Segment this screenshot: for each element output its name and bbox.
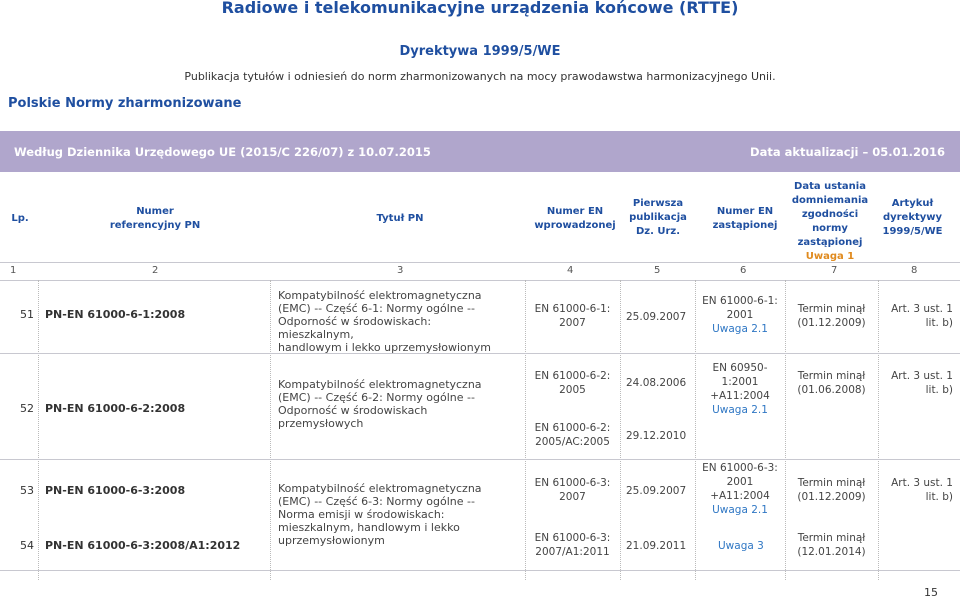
publication-date: 29.12.2010 bbox=[626, 430, 687, 442]
row-lp: 53 bbox=[20, 484, 34, 497]
col-number-1: 1 bbox=[10, 265, 17, 276]
en-number: EN 61000-6-1: 2007 bbox=[534, 303, 611, 329]
col-number-divider bbox=[0, 280, 960, 281]
cessation-date: Termin minął (01.12.2009) bbox=[797, 477, 866, 503]
publication-date: 24.08.2006 bbox=[626, 377, 687, 389]
col-number-8: 8 bbox=[911, 265, 918, 276]
standard-title: Kompatybilność elektromagnetyczna (EMC) -… bbox=[278, 378, 482, 430]
col-header-pn-number: Numer referencyjny PN bbox=[109, 206, 201, 231]
directive-title: Dyrektywa 1999/5/WE bbox=[399, 44, 561, 59]
article-ref: Art. 3 ust. 1 lit. b) bbox=[891, 477, 953, 503]
note-link[interactable]: Uwaga 2.1 bbox=[695, 322, 785, 336]
note-link[interactable]: Uwaga 2.1 bbox=[695, 503, 785, 517]
page-number: 15 bbox=[924, 586, 938, 599]
publication-date: 21.09.2011 bbox=[626, 540, 687, 552]
journal-reference: Według Dziennika Urzędowego UE (2015/C 2… bbox=[14, 145, 431, 159]
row-divider bbox=[0, 353, 960, 354]
col-number-3: 3 bbox=[397, 265, 404, 276]
replaced-en: EN 60950-1:2001 +A11:2004 Uwaga 2.1 bbox=[695, 361, 785, 417]
table-bottom bbox=[0, 570, 960, 571]
column-separator bbox=[270, 280, 271, 580]
col-header-lp: Lp. bbox=[11, 213, 29, 224]
row-lp: 51 bbox=[20, 308, 34, 321]
column-separator bbox=[38, 280, 39, 580]
row-divider bbox=[0, 459, 960, 460]
update-date: Data aktualizacji – 05.01.2016 bbox=[750, 145, 945, 159]
publication-date: 25.09.2007 bbox=[626, 485, 687, 497]
en-number: EN 61000-6-3: 2007/A1:2011 bbox=[534, 532, 611, 558]
header-divider bbox=[0, 262, 960, 263]
col-number-7: 7 bbox=[831, 265, 838, 276]
col-header-first-publication: Pierwsza publikacja Dz. Urz. bbox=[629, 198, 687, 237]
article-ref: Art. 3 ust. 1 lit. b) bbox=[891, 303, 953, 329]
col-number-6: 6 bbox=[740, 265, 747, 276]
pn-code: PN-EN 61000-6-2:2008 bbox=[45, 402, 186, 415]
document-title: Radiowe i telekomunikacyjne urządzenia k… bbox=[221, 0, 739, 17]
publication-date: 25.09.2007 bbox=[626, 311, 687, 323]
column-separator bbox=[878, 280, 879, 580]
pn-code: PN-EN 61000-6-3:2008/A1:2012 bbox=[45, 539, 241, 552]
col-number-2: 2 bbox=[152, 265, 159, 276]
note-link[interactable]: Uwaga 2.1 bbox=[695, 403, 785, 417]
en-number: EN 61000-6-3: 2007 bbox=[534, 477, 611, 503]
cessation-date: Termin minął (01.12.2009) bbox=[797, 303, 866, 329]
row-lp: 52 bbox=[20, 402, 34, 415]
col-header-title: Tytuł PN bbox=[376, 213, 424, 224]
col-number-4: 4 bbox=[567, 265, 574, 276]
article-ref: Art. 3 ust. 1 lit. b) bbox=[891, 370, 953, 396]
row-lp: 54 bbox=[20, 539, 34, 552]
pn-code: PN-EN 61000-6-1:2008 bbox=[45, 308, 186, 321]
replaced-en: EN 61000-6-1: 2001 Uwaga 2.1 bbox=[695, 294, 785, 336]
cessation-date: Termin minął (01.06.2008) bbox=[797, 370, 866, 396]
cessation-date: Termin minął (12.01.2014) bbox=[797, 532, 866, 558]
standard-title: Kompatybilność elektromagnetyczna (EMC) -… bbox=[278, 289, 491, 354]
column-separator bbox=[620, 280, 621, 580]
col-number-5: 5 bbox=[654, 265, 661, 276]
harmonized-standards-heading: Polskie Normy zharmonizowane bbox=[8, 96, 242, 111]
standard-title: Kompatybilność elektromagnetyczna (EMC) -… bbox=[278, 482, 482, 547]
en-number-corrigendum: EN 61000-6-2: 2005/AC:2005 bbox=[534, 422, 611, 448]
col-header-article: Artykuł dyrektywy 1999/5/WE bbox=[882, 198, 943, 237]
pn-code: PN-EN 61000-6-3:2008 bbox=[45, 484, 186, 497]
en-number: EN 61000-6-2: 2005 bbox=[534, 370, 611, 396]
note-link[interactable]: Uwaga 3 bbox=[718, 539, 764, 553]
publication-note: Publikacja tytułów i odniesień do norm z… bbox=[184, 70, 776, 83]
col-header-en-number: Numer EN wprowadzonej bbox=[534, 206, 616, 231]
replaced-en: EN 61000-6-3: 2001 +A11:2004 Uwaga 2.1 bbox=[695, 461, 785, 517]
